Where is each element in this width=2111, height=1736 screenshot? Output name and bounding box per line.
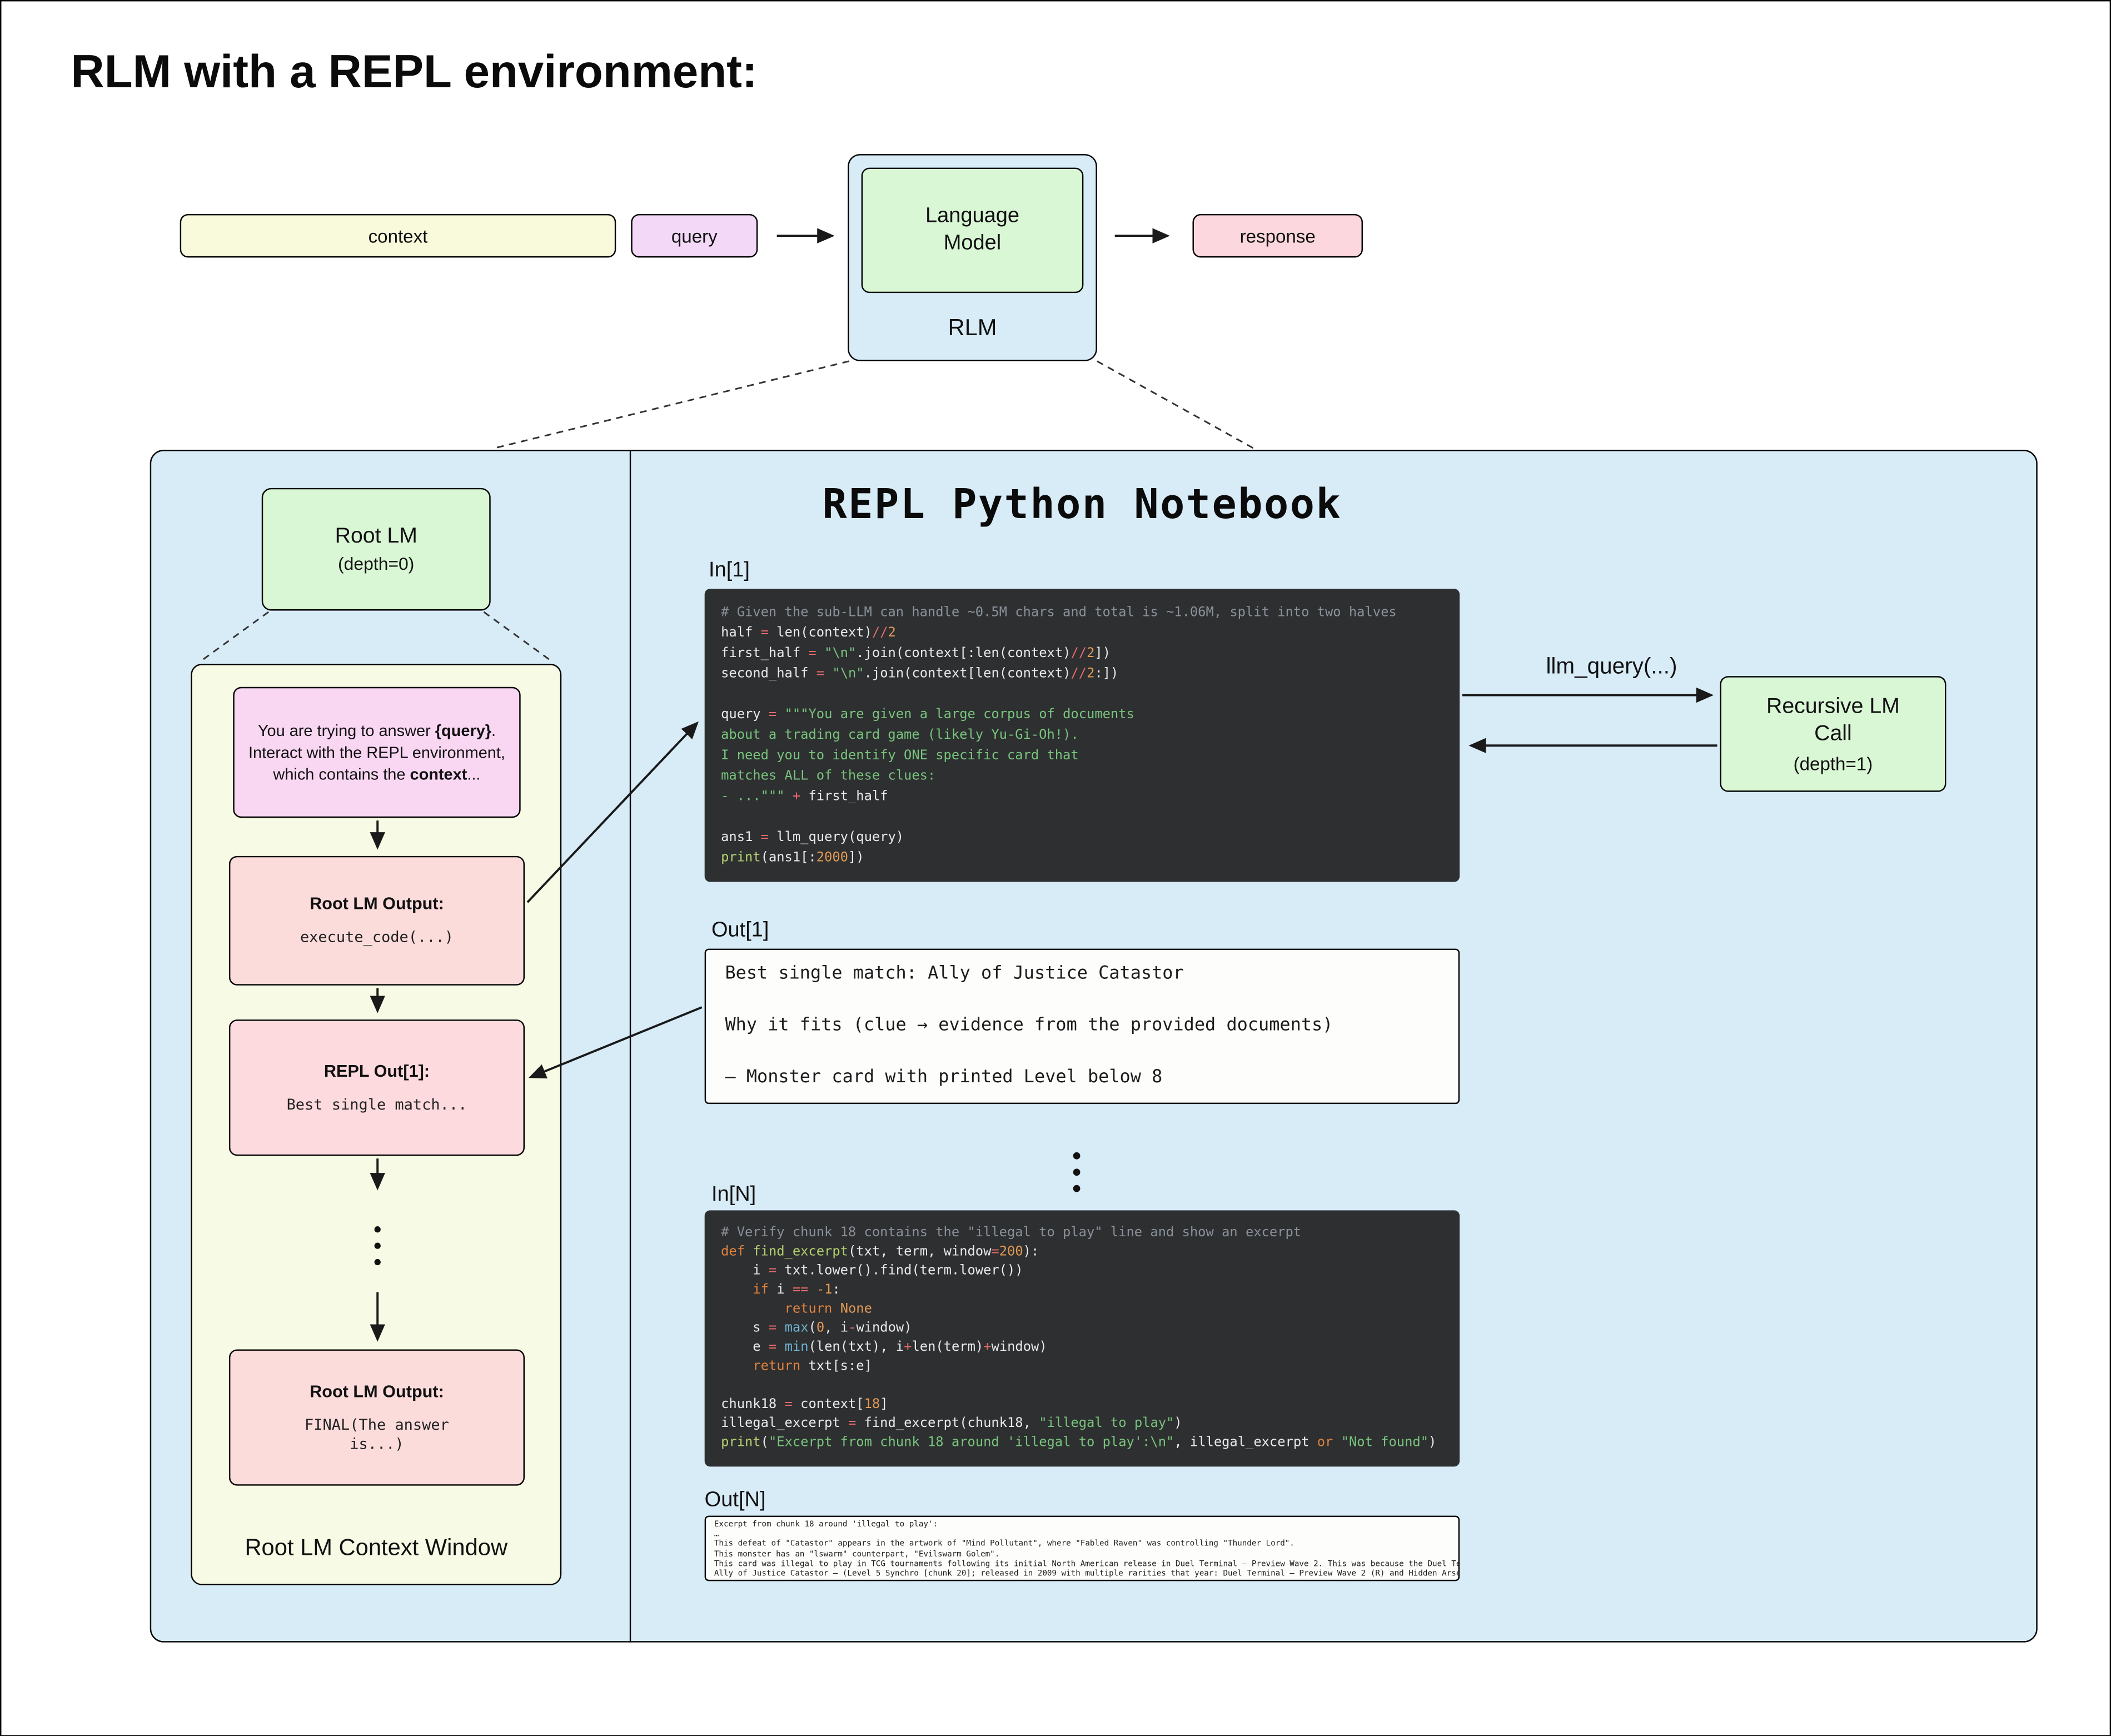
llm-query-arrow-label: llm_query(...) (1478, 654, 1744, 680)
response-label: response (1240, 226, 1316, 246)
context-window-label: Root LM Context Window (191, 1535, 561, 1562)
recursive-lm-call-box: Recursive LM Call (depth=1) (1720, 676, 1946, 792)
context-box: context (180, 214, 616, 257)
root-lm-depth: (depth=0) (335, 554, 417, 574)
panel-divider (630, 450, 631, 1643)
diagram-stage: RLM with a REPL environment: context que… (0, 0, 2111, 1736)
outN-label: Out[N] (705, 1489, 766, 1513)
context-label: context (369, 226, 428, 246)
root-lm-text: Root LM (depth=0) (335, 525, 417, 574)
language-model-label: Language Model (914, 203, 1031, 258)
inN-label: In[N] (711, 1183, 756, 1207)
root-lm-output-code: execute_code(...) (300, 928, 454, 947)
prompt-box: You are trying to answer {query}. Intera… (233, 687, 520, 818)
root-lm-final-output-box: Root LM Output: FINAL(The answeris...) (229, 1349, 525, 1485)
prompt-text: You are trying to answer {query}. Intera… (241, 720, 512, 785)
notebook-title: REPL Python Notebook (755, 481, 1409, 529)
recursive-lm-text: Recursive LM Call (depth=1) (1754, 694, 1912, 774)
final-output-title: Root LM Output: (310, 1381, 444, 1400)
repl-out-code: Best single match... (287, 1095, 467, 1114)
recursive-lm-depth: (depth=1) (1754, 754, 1912, 774)
rlm-label: RLM (848, 315, 1097, 342)
repl-out-title: REPL Out[1]: (324, 1061, 430, 1080)
out1-output-box: Best single match: Ally of Justice Catas… (705, 949, 1460, 1105)
in1-code-cell: # Given the sub-LLM can handle ~0.5M cha… (705, 589, 1460, 882)
dashed-rlm-expand-right (1097, 361, 1254, 449)
out1-label: Out[1] (711, 919, 769, 943)
recursive-lm-title: Recursive LM Call (1754, 694, 1912, 748)
dashed-rlm-expand-left (494, 361, 849, 449)
response-box: response (1193, 214, 1363, 257)
inN-code-cell: # Verify chunk 18 contains the "illegal … (705, 1210, 1460, 1466)
in1-label: In[1] (709, 559, 750, 583)
root-lm-title: Root LM (335, 525, 417, 549)
page-title: RLM with a REPL environment: (71, 46, 758, 100)
root-lm-box: Root LM (depth=0) (262, 488, 491, 611)
root-lm-output-box-1: Root LM Output: execute_code(...) (229, 856, 525, 986)
diagram-canvas: RLM with a REPL environment: context que… (0, 0, 2111, 1736)
language-model-box: Language Model (862, 168, 1084, 294)
repl-out-box: REPL Out[1]: Best single match... (229, 1019, 525, 1156)
root-lm-output-title: Root LM Output: (310, 894, 444, 913)
query-box: query (631, 214, 758, 257)
final-output-code: FINAL(The answeris...) (305, 1415, 449, 1454)
outN-output-box: Excerpt from chunk 18 around 'illegal to… (705, 1516, 1460, 1581)
query-label: query (671, 226, 718, 246)
